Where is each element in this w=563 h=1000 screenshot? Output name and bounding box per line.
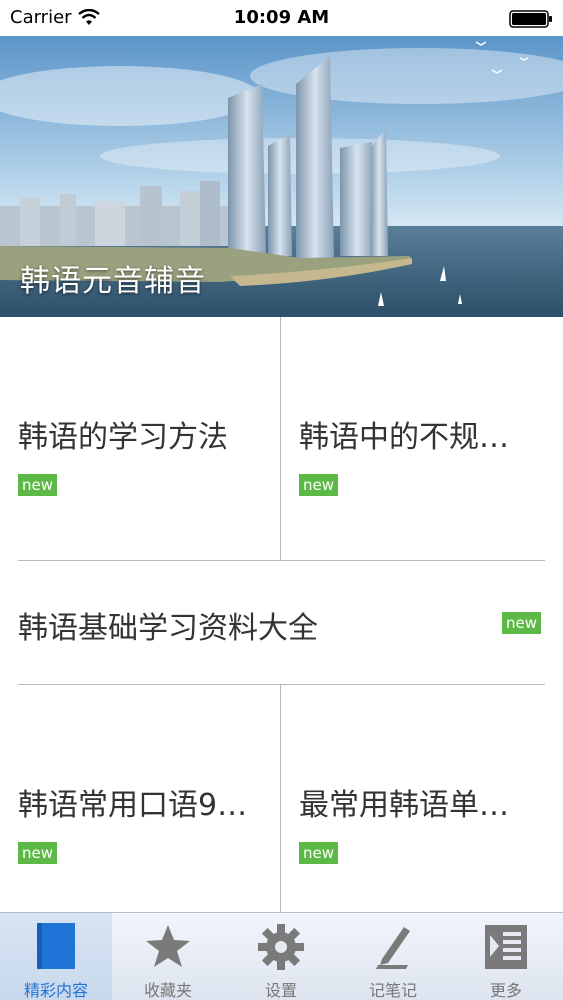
banner-title: 韩语元音辅音 <box>20 264 206 299</box>
article-title: 最常用韩语单… <box>299 788 509 823</box>
new-badge: new <box>299 842 339 864</box>
article-title: 韩语基础学习资料大全 <box>18 611 318 646</box>
new-badge: new <box>299 474 339 496</box>
status-time: 10:09 AM <box>233 7 330 28</box>
tab-label: 收藏夹 <box>143 981 192 1000</box>
battery-icon <box>509 10 552 28</box>
article-title: 韩语中的不规… <box>299 420 509 455</box>
tab-more[interactable]: 更多 <box>450 913 562 1000</box>
tab-label: 设置 <box>264 981 297 1000</box>
tab-notes[interactable]: 记笔记 <box>337 913 449 1000</box>
book-icon <box>37 923 75 969</box>
grid-divider <box>280 317 281 560</box>
article-cell[interactable]: 最常用韩语单… new <box>281 685 563 912</box>
article-title: 韩语的学习方法 <box>18 420 228 455</box>
article-title: 韩语常用口语9… <box>18 788 248 823</box>
article-cell[interactable]: 韩语中的不规… new <box>281 317 563 560</box>
grid-divider <box>280 685 281 912</box>
tab-bar: 精彩内容 收藏夹 设置 记笔记 更多 <box>0 912 563 1000</box>
article-cell[interactable]: 韩语基础学习资料大全 new <box>0 561 563 684</box>
article-cell[interactable]: 韩语常用口语9… new <box>0 685 280 912</box>
pen-icon <box>376 927 410 969</box>
new-badge: new <box>18 842 58 864</box>
gear-icon <box>258 924 304 970</box>
tab-settings[interactable]: 设置 <box>225 913 337 1000</box>
banner[interactable]: 韩语元音辅音 <box>0 36 563 317</box>
star-icon <box>146 925 190 967</box>
new-badge: new <box>18 474 58 496</box>
tab-label: 精彩内容 <box>23 981 88 1000</box>
article-cell[interactable]: 韩语的学习方法 new <box>0 317 280 560</box>
tab-favorites[interactable]: 收藏夹 <box>112 913 224 1000</box>
new-badge: new <box>502 612 542 634</box>
tab-label: 更多 <box>489 981 522 1000</box>
tab-label: 记笔记 <box>368 981 417 1000</box>
more-list-icon <box>485 925 527 969</box>
tab-featured-content[interactable]: 精彩内容 <box>0 913 112 1000</box>
status-bar: Carrier 10:09 AM <box>0 0 563 36</box>
article-grid: 韩语的学习方法 new 韩语中的不规… new 韩语基础学习资料大全 new 韩… <box>0 317 563 912</box>
